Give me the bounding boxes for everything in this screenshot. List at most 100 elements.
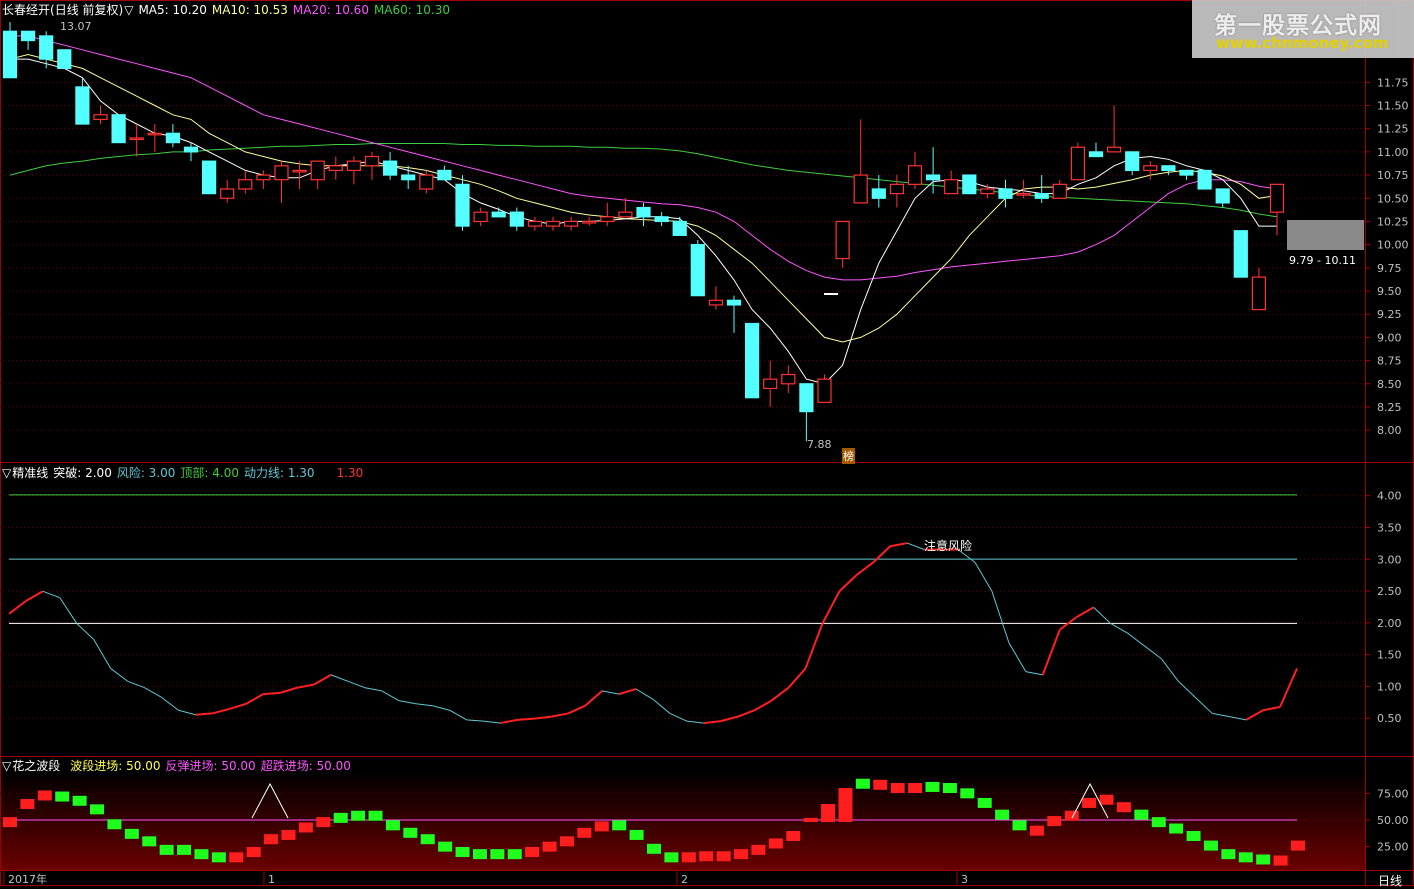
wave-bar-up — [316, 817, 331, 828]
candle-up — [835, 220, 850, 260]
candle-up — [220, 188, 235, 199]
candle-up — [1269, 183, 1285, 213]
candle-down — [1215, 188, 1230, 204]
power-line-segment — [1212, 712, 1230, 718]
candle-up — [545, 220, 561, 227]
wave-bar-down — [420, 834, 435, 845]
power-line-segment — [1076, 606, 1095, 618]
power-line-segment — [1144, 645, 1162, 660]
candle-up — [817, 378, 832, 403]
wave-bar-down — [977, 797, 992, 808]
bang-badge[interactable]: 榜 — [842, 448, 855, 464]
wave-bar-up — [577, 827, 592, 838]
wave-bar-down — [455, 847, 470, 857]
candle-down — [672, 220, 687, 236]
power-line-segment — [787, 667, 807, 689]
wave-bar-down — [159, 844, 174, 855]
candle-down — [21, 30, 36, 42]
wave-bar-down — [107, 819, 122, 830]
x-tick-label: 1 — [268, 873, 275, 886]
candle-down — [1233, 230, 1248, 278]
wave-bar-up — [751, 844, 766, 855]
power-line-segment — [279, 686, 298, 694]
wave-bar-up — [821, 804, 836, 822]
wave-bar-down — [385, 820, 400, 831]
price-tick-label: 9.00 — [1377, 331, 1402, 344]
power-line-segment — [991, 591, 1010, 643]
candle-down — [1197, 169, 1212, 190]
x-tick-label: 2017年 — [8, 872, 47, 886]
wave-bar-up — [890, 783, 905, 793]
outer-frame — [0, 0, 1414, 886]
wave-bar-down — [124, 828, 139, 839]
wave-bar-down — [647, 843, 661, 854]
x-tick-label: 2 — [681, 873, 688, 886]
power-line-segment — [821, 590, 841, 624]
wave-bar-down — [177, 844, 192, 855]
wave-bar-down — [925, 781, 940, 792]
power-line-segment — [703, 720, 721, 725]
candle-down — [383, 160, 398, 176]
wave-bar-up — [246, 847, 261, 857]
wave-bar-down — [664, 852, 679, 863]
ind1-tick-label: 0.50 — [1377, 712, 1402, 725]
candle-down — [437, 169, 452, 181]
price-tick-label: 11.25 — [1377, 123, 1409, 136]
power-line-segment — [890, 542, 908, 548]
candle-up — [292, 169, 307, 173]
power-line-segment — [567, 704, 586, 715]
candle-up — [944, 179, 959, 195]
candle-up — [256, 174, 271, 181]
x-tick-label: 3 — [961, 873, 968, 886]
candle-down — [654, 216, 669, 223]
power-line-segment — [415, 703, 433, 707]
wave-bar-down — [368, 810, 383, 821]
wave-bar-down — [612, 820, 627, 831]
power-line-segment — [686, 720, 704, 724]
price-tick-label: 9.75 — [1377, 262, 1402, 275]
power-line-segment — [483, 720, 501, 724]
candle-down — [925, 174, 941, 181]
candle-down — [111, 114, 126, 144]
power-line-segment — [1262, 706, 1281, 712]
wave-bar-down — [490, 849, 505, 860]
candle-up — [328, 165, 343, 172]
power-line-segment — [59, 597, 78, 624]
candle-up — [1070, 146, 1086, 181]
power-line-segment — [76, 623, 95, 640]
wave-bar-up — [699, 851, 714, 862]
power-line-segment — [161, 696, 179, 711]
candle-down — [998, 188, 1013, 199]
period-label[interactable]: 日线 — [1378, 872, 1402, 889]
wave-bar-down — [333, 812, 348, 823]
wave-bar-down — [1256, 854, 1271, 865]
power-line-segment — [618, 688, 637, 696]
wave-bar-down — [1169, 823, 1184, 834]
power-line-segment — [144, 687, 162, 698]
wave-bar-up — [1047, 816, 1062, 827]
power-line-segment — [1161, 658, 1179, 682]
power-line-segment — [432, 705, 450, 711]
candle-down — [509, 211, 524, 227]
wave-bar-down — [1151, 817, 1166, 828]
wave-bar-up — [1273, 855, 1288, 866]
wave-bar-up — [1099, 794, 1114, 805]
candle-down — [636, 206, 651, 218]
candle-down — [401, 174, 416, 181]
ind1-tick-label: 3.00 — [1377, 553, 1402, 566]
wave-bar-down — [960, 788, 975, 799]
wave-bar-down — [142, 836, 157, 847]
kline-chart[interactable]: 11.7511.5011.2511.0010.7510.5010.2510.00… — [0, 0, 1414, 887]
wave-bar-down — [351, 810, 366, 821]
power-line-segment — [551, 712, 569, 718]
wave-bar-up — [873, 779, 888, 790]
power-line-segment — [602, 690, 620, 695]
power-line-segment — [754, 699, 773, 712]
power-line-segment — [771, 686, 790, 702]
candle-up — [527, 220, 543, 227]
wave-bar-up — [1116, 802, 1131, 813]
wave-bar-down — [1134, 809, 1149, 820]
candle-up — [600, 216, 615, 223]
power-line-segment — [974, 562, 993, 592]
price-tick-label: 9.25 — [1377, 308, 1402, 321]
